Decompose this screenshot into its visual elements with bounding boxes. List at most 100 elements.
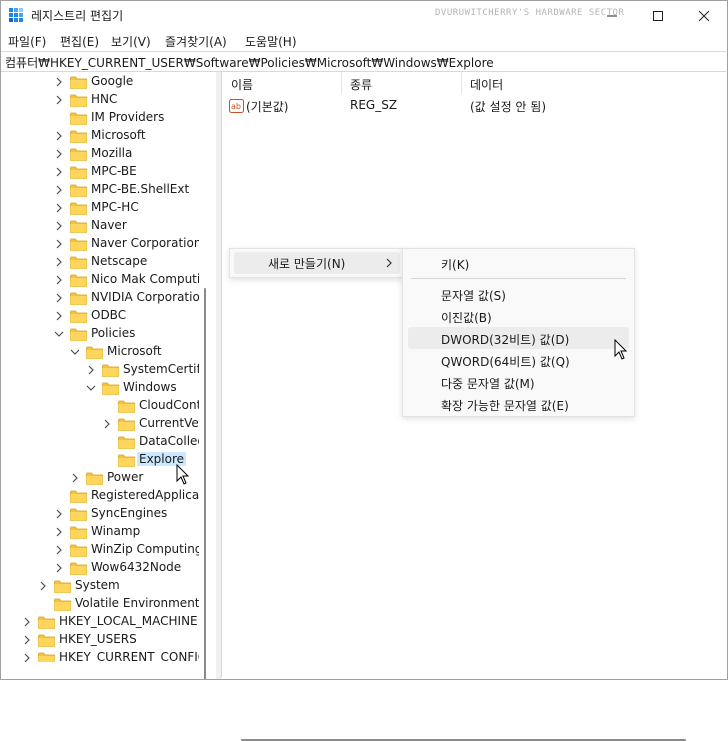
tree-item-label: Nico Mak Computing xyxy=(91,272,199,286)
new-menu-item[interactable]: 새로 만들기(N) xyxy=(268,255,345,272)
menu-favorites[interactable]: 즐겨찾기(A) xyxy=(165,33,227,50)
close-button[interactable] xyxy=(681,0,727,31)
tree-item[interactable]: HKEY_USERS xyxy=(0,631,199,649)
submenu-item[interactable]: DWORD(32비트) 값(D) xyxy=(441,331,569,348)
tree-item[interactable]: DataCollection xyxy=(0,433,199,451)
menu-file[interactable]: 파일(F) xyxy=(8,33,46,50)
column-divider[interactable] xyxy=(461,72,462,94)
tree-item-label: WinZip Computing xyxy=(91,542,199,556)
tree-item[interactable]: Volatile Environment xyxy=(0,595,199,613)
submenu-item[interactable]: QWORD(64비트) 값(Q) xyxy=(441,353,570,370)
menu-help[interactable]: 도움말(H) xyxy=(245,33,297,50)
chevron-right-icon[interactable] xyxy=(70,473,80,483)
tree-item-label: DataCollection xyxy=(139,434,199,448)
chevron-right-icon[interactable] xyxy=(54,509,64,519)
tree-item-label: Windows xyxy=(123,380,177,394)
maximize-button[interactable] xyxy=(635,0,681,31)
tree-item[interactable]: HKEY_CURRENT_CONFIG xyxy=(0,649,199,662)
menu-edit[interactable]: 편집(E) xyxy=(60,33,99,50)
tree-item[interactable]: Windows xyxy=(0,379,199,397)
submenu-item[interactable]: 확장 가능한 문자열 값(E) xyxy=(441,397,569,414)
tree-item[interactable]: Microsoft xyxy=(0,127,199,145)
folder-icon xyxy=(70,526,87,539)
string-value-icon: ab xyxy=(229,99,244,113)
tree-item[interactable]: Naver xyxy=(0,217,199,235)
tree-item[interactable]: Wow6432Node xyxy=(0,559,199,577)
tree-vertical-scrollbar[interactable] xyxy=(204,288,206,680)
tree-item[interactable]: Nico Mak Computing xyxy=(0,271,199,289)
tree-item[interactable]: MPC-BE xyxy=(0,163,199,181)
chevron-right-icon[interactable] xyxy=(54,311,64,321)
chevron-right-icon[interactable] xyxy=(54,293,64,303)
chevron-down-icon[interactable] xyxy=(86,383,96,393)
chevron-right-icon[interactable] xyxy=(54,131,64,141)
tree-item[interactable]: Policies xyxy=(0,325,199,343)
tree-item[interactable]: NVIDIA Corporation xyxy=(0,289,199,307)
chevron-down-icon[interactable] xyxy=(70,347,80,357)
submenu-item[interactable]: 문자열 값(S) xyxy=(441,287,506,304)
column-header-type[interactable]: 종류 xyxy=(350,76,372,93)
chevron-right-icon[interactable] xyxy=(22,617,32,627)
chevron-right-icon[interactable] xyxy=(54,563,64,573)
tree-item[interactable]: IM Providers xyxy=(0,109,199,127)
tree-item[interactable]: HNC xyxy=(0,91,199,109)
chevron-right-icon[interactable] xyxy=(54,167,64,177)
address-path[interactable]: 컴퓨터₩HKEY_CURRENT_USER₩Software₩Policies₩… xyxy=(5,54,494,71)
chevron-down-icon[interactable] xyxy=(54,329,64,339)
chevron-right-icon[interactable] xyxy=(86,365,96,375)
folder-icon xyxy=(70,238,87,251)
chevron-right-icon[interactable] xyxy=(54,77,64,87)
tree-item[interactable]: CurrentVersion xyxy=(0,415,199,433)
chevron-right-icon[interactable] xyxy=(22,653,32,662)
chevron-right-icon[interactable] xyxy=(54,95,64,105)
menu-view[interactable]: 보기(V) xyxy=(111,33,151,50)
submenu-item[interactable]: 이진값(B) xyxy=(441,309,492,326)
tree-item-label: IM Providers xyxy=(91,110,165,124)
column-header-name[interactable]: 이름 xyxy=(231,76,253,93)
address-bar[interactable]: 컴퓨터₩HKEY_CURRENT_USER₩Software₩Policies₩… xyxy=(0,51,726,72)
tree-item[interactable]: HKEY_LOCAL_MACHINE xyxy=(0,613,199,631)
minimize-button[interactable] xyxy=(589,0,635,31)
chevron-right-icon[interactable] xyxy=(54,545,64,555)
chevron-right-icon[interactable] xyxy=(54,185,64,195)
tree-item-label: Google xyxy=(91,74,134,88)
chevron-right-icon[interactable] xyxy=(38,581,48,591)
chevron-right-icon[interactable] xyxy=(54,149,64,159)
tree-viewport: Google HNC IM Providers Microsoft Mozilla MPC… xyxy=(0,72,199,662)
column-divider[interactable] xyxy=(341,72,342,94)
tree-item[interactable]: Naver Corporation xyxy=(0,235,199,253)
folder-icon xyxy=(86,472,103,485)
chevron-right-icon[interactable] xyxy=(54,239,64,249)
tree-item[interactable]: MPC-BE.ShellExt xyxy=(0,181,199,199)
chevron-right-icon[interactable] xyxy=(102,419,112,429)
tree-item[interactable]: Google xyxy=(0,73,199,91)
tree-item-label: Wow6432Node xyxy=(91,560,182,574)
chevron-right-icon[interactable] xyxy=(22,635,32,645)
tree-item[interactable]: Explore xyxy=(0,451,199,469)
submenu-item[interactable]: 다중 문자열 값(M) xyxy=(441,375,535,392)
chevron-right-icon[interactable] xyxy=(54,275,64,285)
tree-item[interactable]: ODBC xyxy=(0,307,199,325)
registry-tree[interactable]: Google HNC IM Providers Microsoft Mozilla MPC… xyxy=(0,72,216,680)
tree-item[interactable]: RegisteredApplications xyxy=(0,487,199,505)
chevron-right-icon[interactable] xyxy=(54,203,64,213)
chevron-right-icon[interactable] xyxy=(54,257,64,267)
submenu-item[interactable]: 키(K) xyxy=(441,256,469,273)
tree-item[interactable]: MPC-HC xyxy=(0,199,199,217)
tree-item[interactable]: Winamp xyxy=(0,523,199,541)
chevron-right-icon[interactable] xyxy=(54,527,64,537)
tree-item[interactable]: CloudContent xyxy=(0,397,199,415)
tree-item[interactable]: Power xyxy=(0,469,199,487)
tree-item-label: Microsoft xyxy=(107,344,162,358)
folder-icon xyxy=(70,562,87,575)
tree-item[interactable]: System xyxy=(0,577,199,595)
tree-item[interactable]: Mozilla xyxy=(0,145,199,163)
tree-item[interactable]: Microsoft xyxy=(0,343,199,361)
tree-item[interactable]: Netscape xyxy=(0,253,199,271)
tree-item[interactable]: SyncEngines xyxy=(0,505,199,523)
column-header-data[interactable]: 데이터 xyxy=(470,76,503,93)
tree-item[interactable]: SystemCertificates xyxy=(0,361,199,379)
window-title: 레지스트리 편집기 xyxy=(31,9,124,23)
chevron-right-icon[interactable] xyxy=(54,221,64,231)
tree-item[interactable]: WinZip Computing xyxy=(0,541,199,559)
